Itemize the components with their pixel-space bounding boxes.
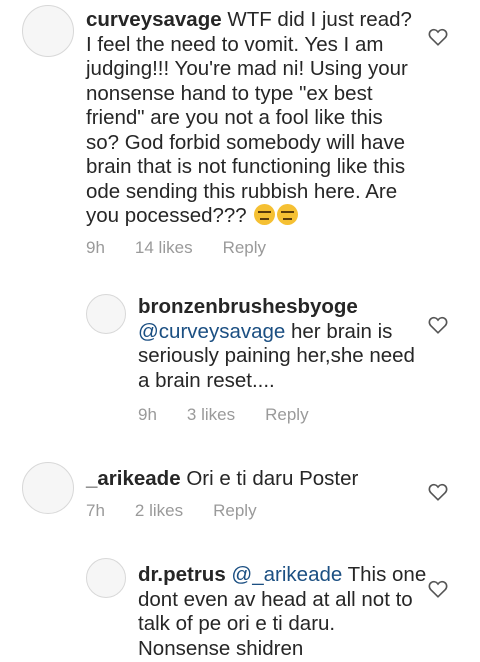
avatar[interactable] xyxy=(86,294,126,334)
heart-outline-icon[interactable] xyxy=(428,483,448,501)
avatar[interactable] xyxy=(22,5,74,57)
comment-text: _arikeade Ori e ti daru Poster xyxy=(86,467,416,492)
comment-time: 9h xyxy=(86,238,105,257)
heart-outline-icon[interactable] xyxy=(428,580,448,598)
comment-body: WTF did I just read? I feel the need to … xyxy=(86,8,412,227)
expressionless-face-emoji xyxy=(277,204,299,225)
comment-body: Ori e ti daru Poster xyxy=(186,467,359,490)
comment-text: curveysavage WTF did I just read? I feel… xyxy=(86,8,416,229)
comment-username[interactable]: curveysavage xyxy=(86,8,222,31)
heart-outline-icon[interactable] xyxy=(428,28,448,46)
mention-link[interactable]: @curveysavage xyxy=(138,320,285,343)
comment-likes[interactable]: 3 likes xyxy=(187,405,235,425)
mention-link[interactable]: @_arikeade xyxy=(231,563,342,586)
comment-likes[interactable]: 14 likes xyxy=(135,238,193,258)
reply-button[interactable]: Reply xyxy=(265,405,308,425)
comment-time: 9h xyxy=(138,405,157,424)
comment-username[interactable]: bronzenbrushesbyoge xyxy=(138,295,358,318)
comment-text: dr.petrus @_arikeade This one dont even … xyxy=(138,563,428,661)
comment-text: bronzenbrushesbyoge @curveysavage her br… xyxy=(138,295,428,393)
reply-button[interactable]: Reply xyxy=(223,238,266,258)
expressionless-face-emoji xyxy=(254,204,276,225)
comment-meta: 7h 2 likes Reply xyxy=(86,501,281,521)
avatar[interactable] xyxy=(86,558,126,598)
comment-username[interactable]: _arikeade xyxy=(86,467,181,490)
comment-time: 7h xyxy=(86,501,105,520)
comment-username[interactable]: dr.petrus xyxy=(138,563,226,586)
reply-button[interactable]: Reply xyxy=(213,501,256,521)
heart-outline-icon[interactable] xyxy=(428,316,448,334)
avatar[interactable] xyxy=(22,462,74,514)
comment-likes[interactable]: 2 likes xyxy=(135,501,183,521)
comment-meta: 9h 14 likes Reply xyxy=(86,238,290,258)
comment-meta: 9h 3 likes Reply xyxy=(138,405,333,425)
